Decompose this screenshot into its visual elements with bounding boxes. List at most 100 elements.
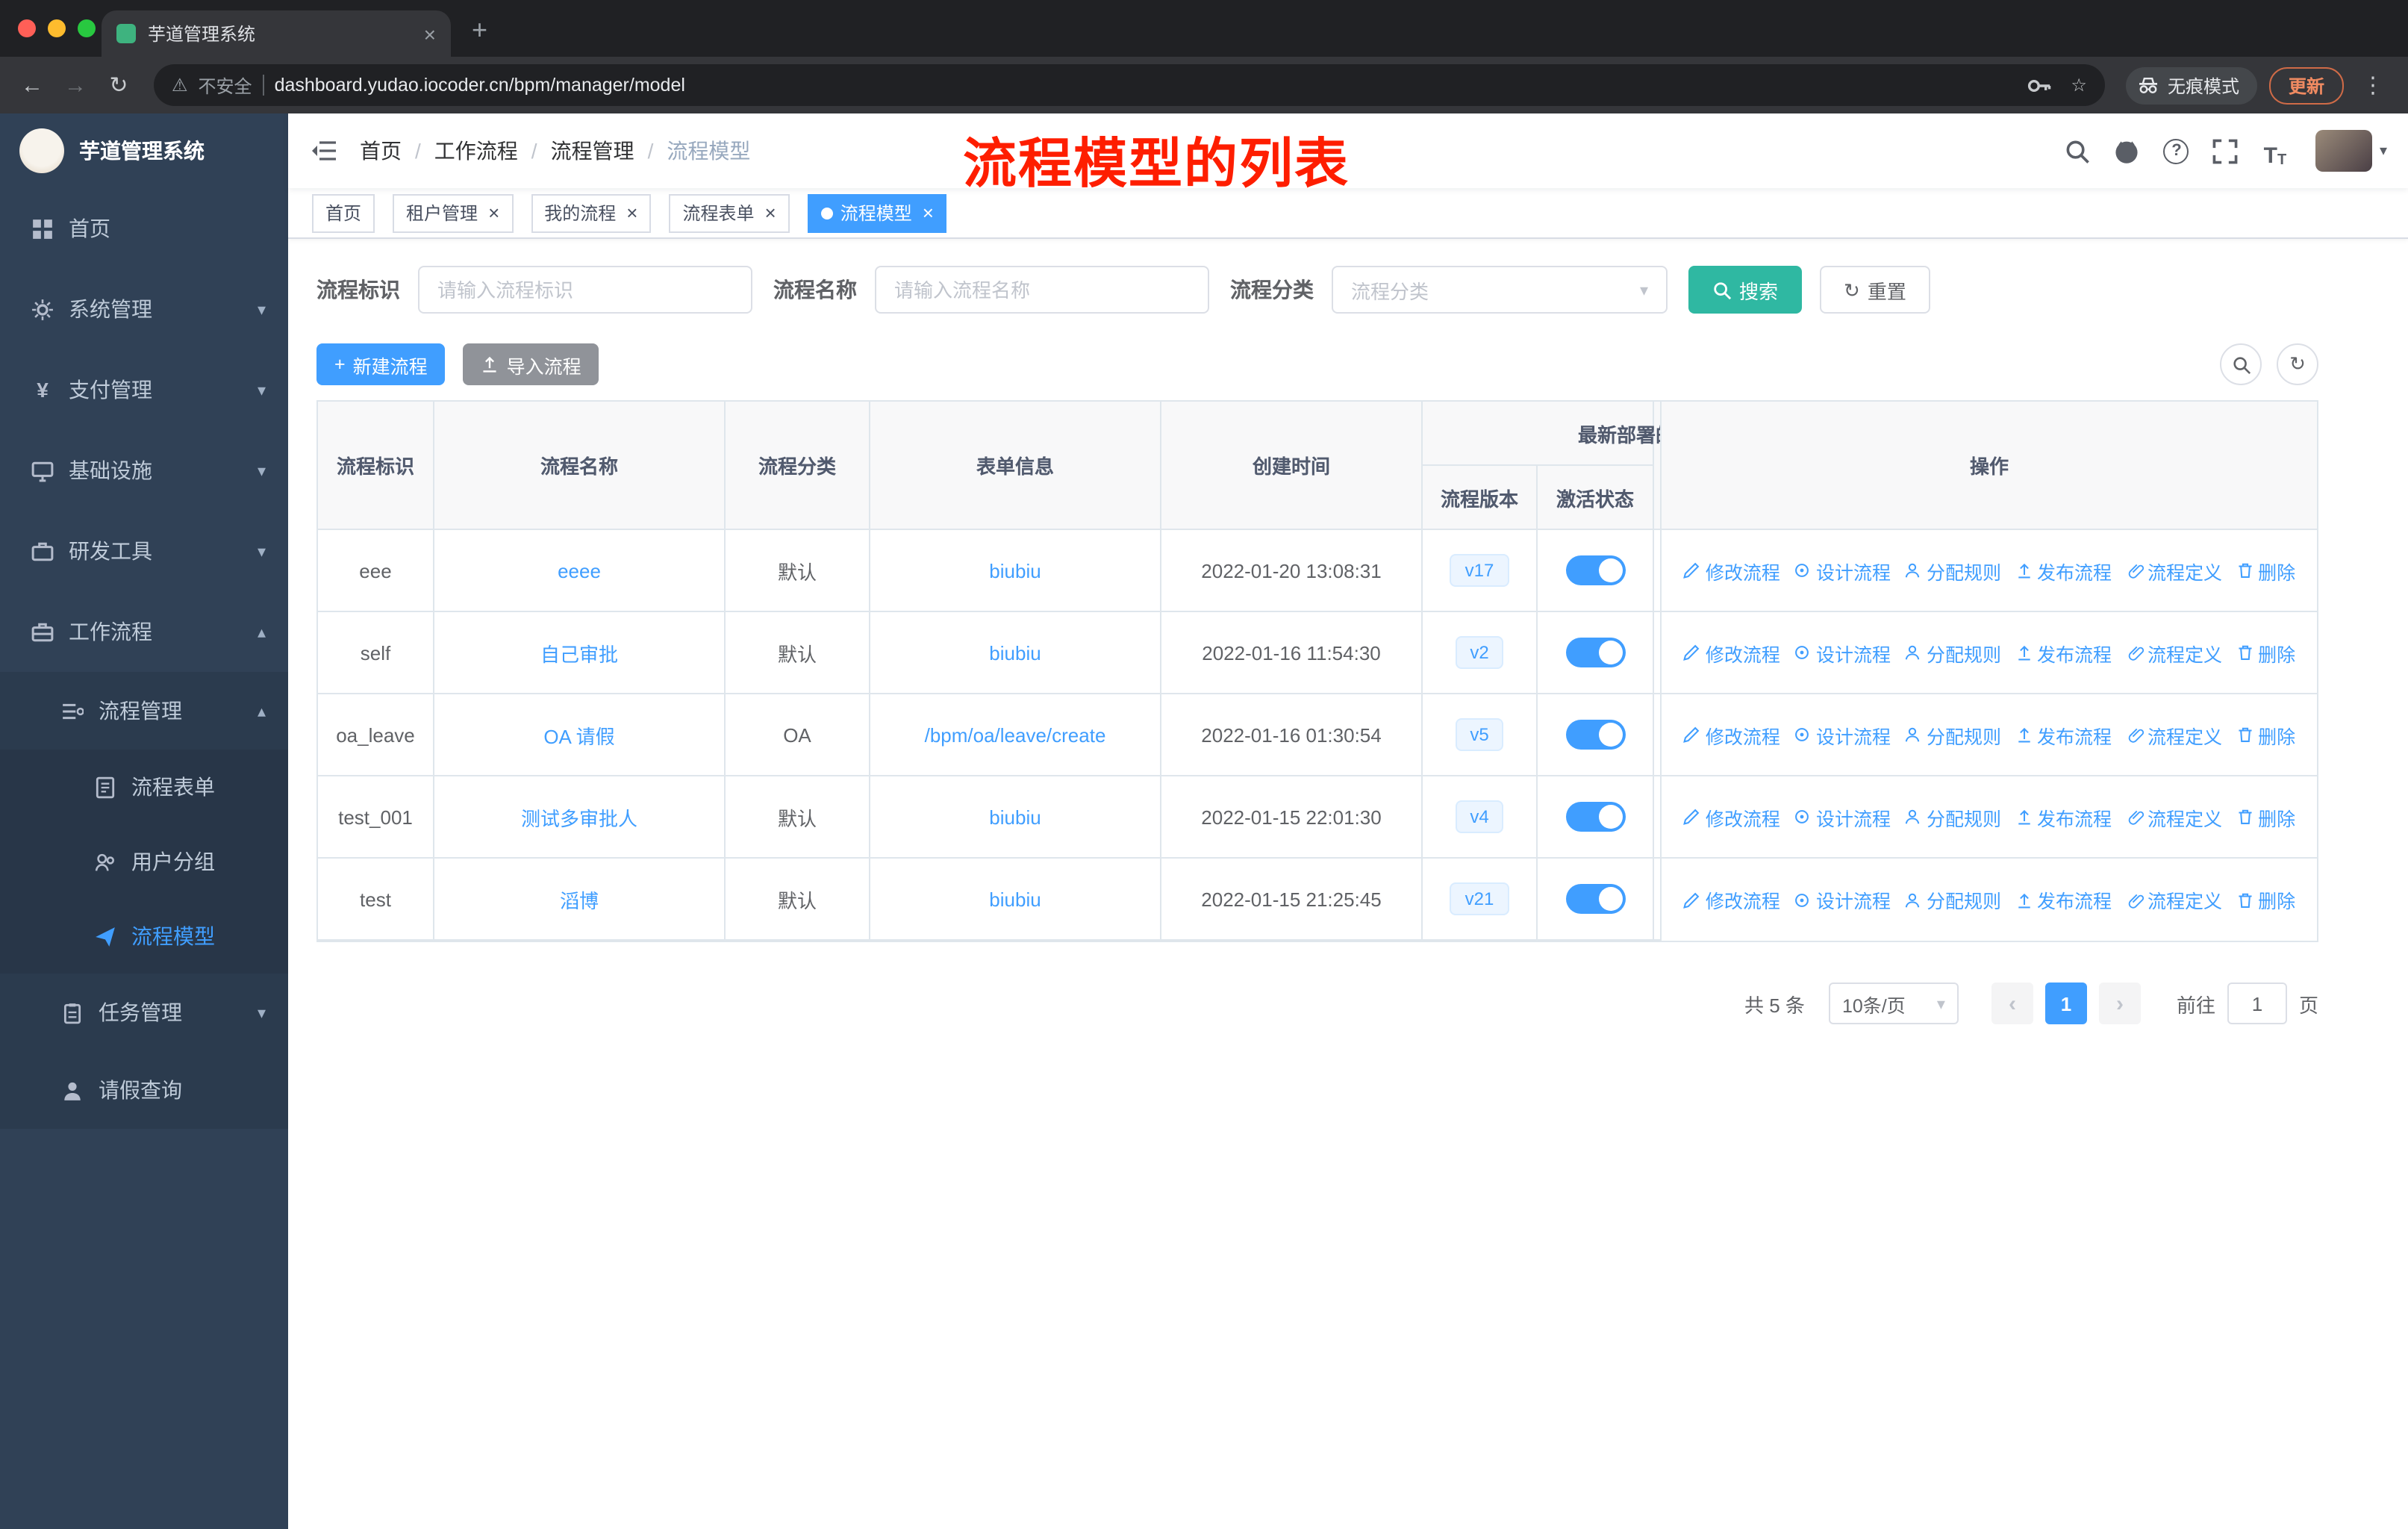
category-select[interactable]: 流程分类 ▾ <box>1332 266 1668 314</box>
sidebar-item-process-model[interactable]: 流程模型 <box>0 899 288 974</box>
create-process-button[interactable]: + 新建流程 <box>316 343 446 385</box>
op-assign-link[interactable]: 分配规则 <box>1904 885 2001 914</box>
sidebar-toggle-icon[interactable] <box>288 113 360 188</box>
op-delete-link[interactable]: 删除 <box>2236 638 2295 667</box>
reload-icon[interactable]: ↻ <box>99 65 139 105</box>
sidebar-item-system[interactable]: 系统管理 ▾ <box>0 269 288 349</box>
maximize-window-button[interactable] <box>78 19 96 37</box>
sidebar-item-process-form[interactable]: 流程表单 <box>0 750 288 824</box>
op-definition-link[interactable]: 流程定义 <box>2125 638 2222 667</box>
address-bar[interactable]: ⚠ 不安全 dashboard.yudao.iocoder.cn/bpm/man… <box>154 64 2105 106</box>
sidebar-item-payment[interactable]: ¥ 支付管理 ▾ <box>0 349 288 430</box>
op-assign-link[interactable]: 分配规则 <box>1904 803 2001 831</box>
op-definition-link[interactable]: 流程定义 <box>2125 556 2222 585</box>
fullscreen-icon[interactable] <box>2208 133 2244 169</box>
form-link[interactable]: biubiu <box>989 806 1041 828</box>
op-publish-link[interactable]: 发布流程 <box>2015 720 2112 749</box>
close-icon[interactable]: × <box>626 202 637 224</box>
tag-process-model[interactable]: 流程模型 × <box>807 193 947 232</box>
op-publish-link[interactable]: 发布流程 <box>2015 803 2112 831</box>
close-window-button[interactable] <box>18 19 36 37</box>
op-definition-link[interactable]: 流程定义 <box>2125 803 2222 831</box>
user-menu[interactable]: ▾ <box>2315 130 2387 172</box>
form-link[interactable]: /bpm/oa/leave/create <box>925 723 1106 746</box>
op-delete-link[interactable]: 删除 <box>2236 885 2295 914</box>
sidebar-item-home[interactable]: 首页 <box>0 188 288 269</box>
form-link[interactable]: biubiu <box>989 641 1041 664</box>
refresh-table-button[interactable]: ↻ <box>2277 343 2318 385</box>
github-icon[interactable] <box>2109 133 2145 169</box>
breadcrumb-process-mgmt[interactable]: 流程管理 <box>551 136 634 166</box>
sidebar-item-leave-query[interactable]: 请假查询 <box>0 1051 288 1129</box>
process-key-input[interactable] <box>418 266 752 314</box>
op-design-link[interactable]: 设计流程 <box>1794 803 1891 831</box>
close-icon[interactable]: × <box>488 202 499 224</box>
op-edit-link[interactable]: 修改流程 <box>1683 885 1780 914</box>
minimize-window-button[interactable] <box>48 19 66 37</box>
op-delete-link[interactable]: 删除 <box>2236 720 2295 749</box>
process-name-link[interactable]: 自己审批 <box>540 638 618 667</box>
op-delete-link[interactable]: 删除 <box>2236 803 2295 831</box>
page-size-select[interactable]: 10条/页 ▾ <box>1828 983 1959 1024</box>
app-logo[interactable]: 芋道管理系统 <box>0 113 288 188</box>
active-toggle[interactable] <box>1565 555 1625 585</box>
op-assign-link[interactable]: 分配规则 <box>1904 638 2001 667</box>
tab-close-icon[interactable]: × <box>424 22 436 46</box>
help-icon[interactable]: ? <box>2159 133 2195 169</box>
browser-menu-icon[interactable]: ⋮ <box>2356 72 2390 99</box>
process-name-link[interactable]: eeee <box>558 559 601 582</box>
op-edit-link[interactable]: 修改流程 <box>1683 556 1780 585</box>
key-icon[interactable] <box>2020 67 2056 103</box>
bookmark-star-icon[interactable]: ☆ <box>2071 75 2087 96</box>
sidebar-item-workflow[interactable]: 工作流程 ▴ <box>0 591 288 672</box>
op-assign-link[interactable]: 分配规则 <box>1904 556 2001 585</box>
import-process-button[interactable]: 导入流程 <box>463 343 599 385</box>
toggle-search-button[interactable] <box>2220 343 2262 385</box>
process-name-link[interactable]: 测试多审批人 <box>521 803 637 831</box>
close-icon[interactable]: × <box>765 202 776 224</box>
sidebar-item-devtools[interactable]: 研发工具 ▾ <box>0 511 288 591</box>
tag-home[interactable]: 首页 <box>312 193 375 232</box>
sidebar-item-infra[interactable]: 基础设施 ▾ <box>0 430 288 511</box>
tag-process-form[interactable]: 流程表单 × <box>669 193 790 232</box>
active-toggle[interactable] <box>1565 720 1625 750</box>
op-edit-link[interactable]: 修改流程 <box>1683 638 1780 667</box>
op-edit-link[interactable]: 修改流程 <box>1683 720 1780 749</box>
browser-tab[interactable]: 芋道管理系统 × <box>102 10 451 57</box>
form-link[interactable]: biubiu <box>989 559 1041 582</box>
active-toggle[interactable] <box>1565 802 1625 832</box>
forward-icon[interactable]: → <box>55 65 96 105</box>
op-design-link[interactable]: 设计流程 <box>1794 556 1891 585</box>
prev-page-button[interactable]: ‹ <box>1991 983 2033 1024</box>
new-tab-button[interactable]: + <box>472 15 487 46</box>
tag-my-process[interactable]: 我的流程 × <box>531 193 652 232</box>
page-jumper-input[interactable] <box>2227 983 2287 1024</box>
chrome-update-button[interactable]: 更新 <box>2268 66 2344 104</box>
breadcrumb-home[interactable]: 首页 <box>360 136 402 166</box>
op-design-link[interactable]: 设计流程 <box>1794 638 1891 667</box>
op-delete-link[interactable]: 删除 <box>2236 556 2295 585</box>
active-toggle[interactable] <box>1565 638 1625 667</box>
reset-button[interactable]: ↻ 重置 <box>1820 266 1930 314</box>
op-design-link[interactable]: 设计流程 <box>1794 720 1891 749</box>
op-design-link[interactable]: 设计流程 <box>1794 885 1891 914</box>
op-publish-link[interactable]: 发布流程 <box>2015 638 2112 667</box>
font-size-icon[interactable]: TT <box>2257 133 2293 169</box>
sidebar-item-user-group[interactable]: 用户分组 <box>0 824 288 899</box>
op-publish-link[interactable]: 发布流程 <box>2015 556 2112 585</box>
op-definition-link[interactable]: 流程定义 <box>2125 885 2222 914</box>
process-name-link[interactable]: 滔博 <box>560 885 599 913</box>
op-assign-link[interactable]: 分配规则 <box>1904 720 2001 749</box>
close-icon[interactable]: × <box>923 202 934 224</box>
process-name-link[interactable]: OA 请假 <box>543 720 614 749</box>
op-publish-link[interactable]: 发布流程 <box>2015 885 2112 914</box>
sidebar-item-process-mgmt[interactable]: 流程管理 ▴ <box>0 672 288 750</box>
op-edit-link[interactable]: 修改流程 <box>1683 803 1780 831</box>
search-button[interactable]: 搜索 <box>1688 266 1803 314</box>
tag-tenant[interactable]: 租户管理 × <box>393 193 514 232</box>
next-page-button[interactable]: › <box>2098 983 2141 1024</box>
process-name-input[interactable] <box>875 266 1209 314</box>
form-link[interactable]: biubiu <box>989 888 1041 910</box>
op-definition-link[interactable]: 流程定义 <box>2125 720 2222 749</box>
back-icon[interactable]: ← <box>12 65 52 105</box>
